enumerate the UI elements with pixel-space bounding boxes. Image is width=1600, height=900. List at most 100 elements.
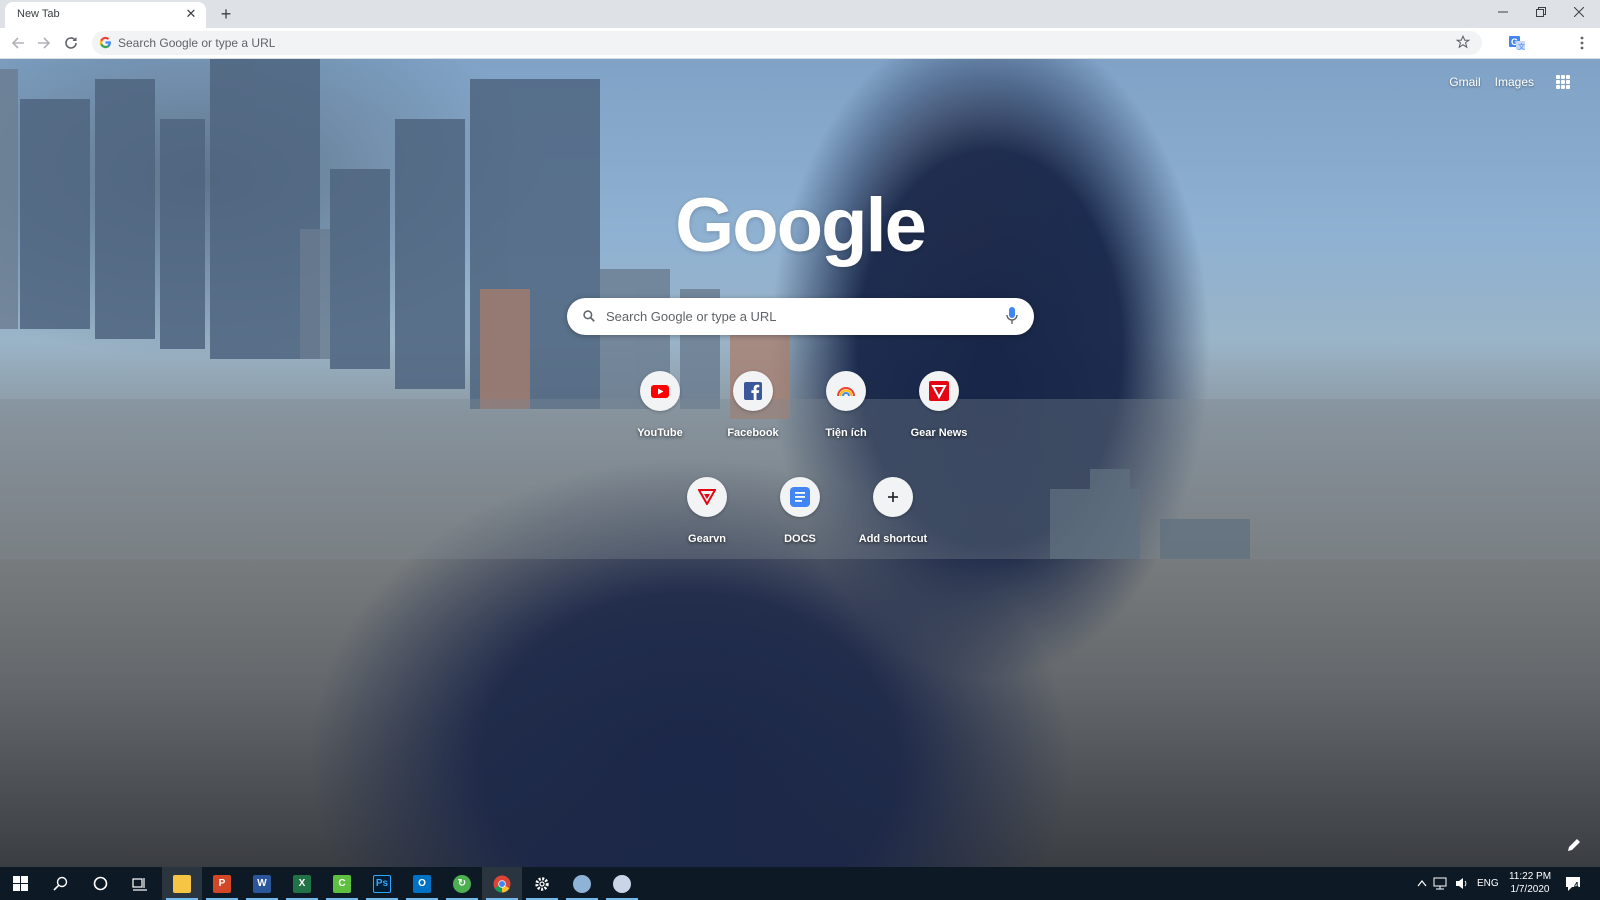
youtube-icon [640, 371, 680, 411]
gearvn-icon [919, 371, 959, 411]
new-tab-page: Gmail Images Google Search Google or typ… [0, 59, 1600, 867]
input-language[interactable]: ENG [1477, 878, 1499, 889]
tab-strip: New Tab ✕ + [0, 0, 1600, 28]
tab-new-tab[interactable]: New Tab ✕ [5, 2, 206, 28]
excel-button[interactable]: X [282, 867, 322, 900]
shortcut-youtube[interactable]: YouTube [613, 371, 707, 461]
minimize-button[interactable] [1484, 0, 1522, 24]
forward-button[interactable] [35, 34, 53, 52]
gmail-link[interactable]: Gmail [1449, 75, 1480, 89]
google-logo: Google [675, 183, 927, 268]
cortana-circle-icon [93, 876, 107, 891]
back-arrow-icon [11, 37, 24, 49]
plus-icon [873, 477, 913, 517]
green-app-icon: ↻ [453, 874, 471, 893]
powerpoint-button[interactable]: P [202, 867, 242, 900]
windows-taskbar: P W X C Ps O ↻ ENG 11:22 PM 1/7/2020 4 [0, 867, 1600, 900]
shortcut-label: DOCS [784, 533, 816, 545]
powerpoint-icon: P [213, 874, 231, 893]
google-apps-icon[interactable] [1556, 75, 1570, 89]
outlook-button[interactable]: O [402, 867, 442, 900]
minimize-icon [1498, 11, 1508, 13]
omnibox[interactable]: Search Google or type a URL [92, 31, 1482, 55]
file-explorer-button[interactable] [162, 867, 202, 900]
paint-app-button[interactable] [602, 867, 642, 900]
ntp-search-box[interactable]: Search Google or type a URL [567, 298, 1034, 335]
translate-extension-icon[interactable]: G文 [1508, 34, 1526, 52]
reload-icon [65, 37, 77, 49]
facebook-icon [733, 371, 773, 411]
word-button[interactable]: W [242, 867, 282, 900]
taskbar-search-button[interactable] [40, 867, 80, 900]
search-placeholder: Search Google or type a URL [606, 309, 777, 324]
add-shortcut-button[interactable]: Add shortcut [846, 477, 940, 567]
photoshop-button[interactable]: Ps [362, 867, 402, 900]
close-tab-icon[interactable]: ✕ [184, 7, 198, 21]
folder-icon [173, 874, 191, 893]
volume-icon[interactable] [1455, 877, 1469, 890]
clock-date: 1/7/2020 [1510, 884, 1550, 895]
back-button[interactable] [9, 34, 27, 52]
close-window-button[interactable] [1560, 0, 1598, 24]
task-view-button[interactable] [120, 867, 160, 900]
camtasia-icon: C [333, 874, 351, 893]
chevron-up-icon[interactable] [1417, 880, 1427, 887]
shortcut-tien-ich[interactable]: Tiện ích [799, 371, 893, 461]
settings-button[interactable] [522, 867, 562, 900]
search-icon [52, 876, 67, 891]
restore-button[interactable] [1522, 0, 1560, 24]
browser-toolbar: Search Google or type a URL G文 [0, 28, 1600, 59]
svg-text:文: 文 [1518, 42, 1525, 51]
gearvn-icon [687, 477, 727, 517]
reload-button[interactable] [62, 34, 80, 52]
excel-icon: X [293, 874, 311, 893]
new-tab-button[interactable]: + [216, 4, 236, 24]
camtasia-button[interactable]: C [322, 867, 362, 900]
docs-icon [780, 477, 820, 517]
shortcut-label: YouTube [637, 427, 683, 439]
shortcut-gear-news[interactable]: Gear News [892, 371, 986, 461]
bird-app-icon [573, 874, 591, 893]
task-view-icon [132, 877, 147, 891]
images-link[interactable]: Images [1495, 75, 1534, 89]
shortcut-label: Add shortcut [858, 533, 928, 545]
shortcut-label: Facebook [727, 427, 779, 439]
bird-app-button[interactable] [562, 867, 602, 900]
outlook-icon: O [413, 874, 431, 893]
chrome-menu-button[interactable] [1574, 34, 1590, 52]
ntp-top-links: Gmail Images [1435, 75, 1570, 89]
customize-pencil-icon[interactable] [1566, 837, 1582, 853]
word-icon: W [253, 874, 271, 893]
gear-icon [535, 876, 549, 891]
cortana-button[interactable] [80, 867, 120, 900]
close-icon [1574, 7, 1584, 17]
taskbar-clock[interactable]: 11:22 PM 1/7/2020 [1502, 870, 1558, 896]
notification-count: 4 [1574, 881, 1579, 890]
photoshop-icon: Ps [373, 874, 391, 893]
bookmark-star-icon[interactable] [1456, 35, 1470, 49]
windows-logo-icon [12, 876, 28, 891]
more-vertical-icon [1580, 36, 1584, 50]
rainbow-icon [826, 371, 866, 411]
start-button[interactable] [0, 867, 40, 900]
chrome-taskbar-button[interactable] [482, 867, 522, 900]
omnibox-placeholder: Search Google or type a URL [118, 36, 276, 50]
search-icon [583, 310, 595, 322]
action-center-button[interactable]: 4 [1564, 875, 1584, 893]
shortcut-label: Tiện ích [825, 427, 867, 439]
chrome-icon [493, 875, 511, 892]
google-g-icon [99, 36, 111, 49]
green-app-button[interactable]: ↻ [442, 867, 482, 900]
shortcut-gearvn[interactable]: Gearvn [660, 477, 754, 567]
shortcut-label: Gear News [910, 427, 968, 439]
network-icon[interactable] [1433, 877, 1447, 890]
forward-arrow-icon [38, 37, 51, 49]
shortcut-label: Gearvn [688, 533, 726, 545]
shortcut-docs[interactable]: DOCS [753, 477, 847, 567]
tab-title: New Tab [17, 8, 60, 20]
restore-icon [1536, 7, 1546, 17]
paint-app-icon [613, 874, 631, 893]
shortcut-facebook[interactable]: Facebook [706, 371, 800, 461]
clock-time: 11:22 PM [1508, 871, 1552, 882]
microphone-icon[interactable] [1006, 307, 1018, 325]
